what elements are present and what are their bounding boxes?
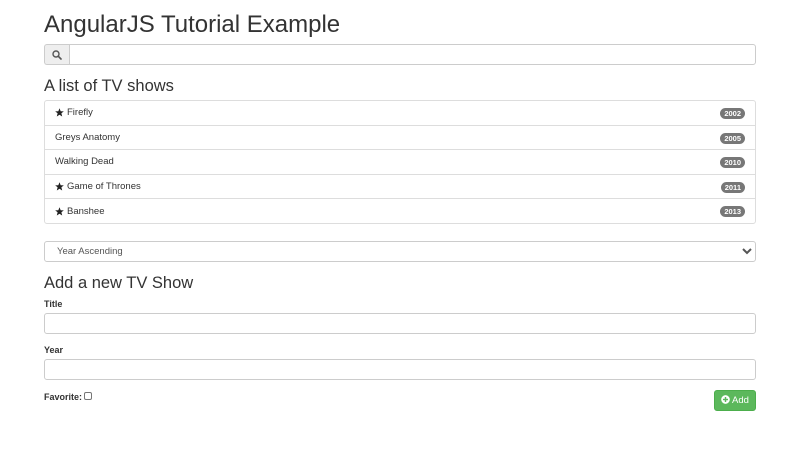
year-badge: 2010	[720, 157, 745, 169]
title-label: Title	[44, 299, 63, 309]
year-field[interactable]	[44, 359, 756, 380]
page-title: AngularJS Tutorial Example	[44, 11, 341, 38]
year-label: Year	[44, 345, 64, 355]
plus-circle-icon	[721, 394, 730, 407]
star-icon	[55, 182, 64, 191]
year-badge: 2002	[720, 108, 745, 119]
star-icon	[55, 108, 64, 117]
favorite-label: Favorite:	[44, 392, 83, 402]
star-icon	[55, 206, 64, 216]
favorite-checkbox[interactable]	[84, 391, 93, 400]
list-item[interactable]: Greys Anatomy 2005	[44, 124, 756, 151]
search-icon	[44, 44, 69, 65]
search-group	[44, 44, 756, 65]
show-title: Greys Anatomy	[55, 131, 120, 143]
year-badge: 2013	[720, 206, 745, 218]
add-form-heading: Add a new TV Show	[44, 274, 194, 292]
year-badge: 2011	[720, 181, 745, 193]
list-item[interactable]: Banshee 2013	[44, 198, 756, 224]
add-button[interactable]: Add	[714, 390, 756, 411]
sort-order-select[interactable]: Year Ascending	[44, 241, 756, 262]
list-item[interactable]: Walking Dead 2010	[44, 149, 756, 175]
show-title: Banshee	[67, 205, 105, 217]
add-button-label: Add	[732, 395, 749, 406]
show-title: Walking Dead	[55, 156, 114, 168]
show-title: Firefly	[67, 107, 93, 119]
show-title: Game of Thrones	[67, 181, 141, 193]
list-item[interactable]: Game of Thrones 2011	[44, 173, 756, 200]
favorite-row: Favorite:	[44, 391, 93, 403]
search-input[interactable]	[69, 44, 756, 65]
year-badge: 2005	[720, 132, 745, 144]
title-field[interactable]	[44, 313, 756, 334]
list-heading: A list of TV shows	[44, 77, 174, 95]
list-item[interactable]: Firefly 2002	[44, 100, 756, 126]
tv-show-list: Firefly 2002 Greys Anatomy 2005 Walking …	[44, 100, 756, 224]
